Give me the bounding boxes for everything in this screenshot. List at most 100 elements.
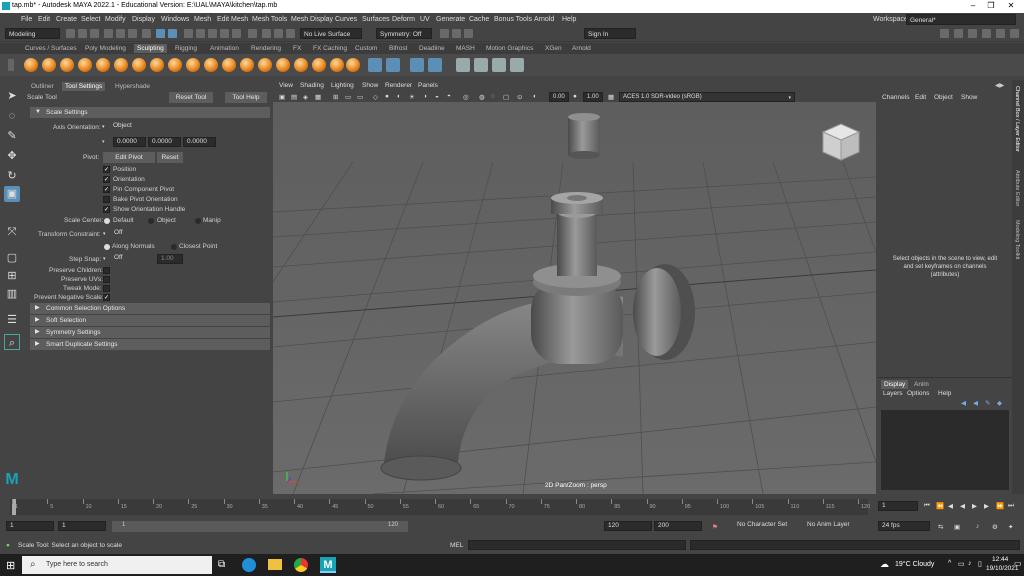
shelf-tab-curves-surfaces[interactable]: Curves / Surfaces: [22, 44, 80, 53]
shelf-tab-poly-modeling[interactable]: Poly Modeling: [82, 44, 129, 53]
xray-joints-icon[interactable]: ◌: [491, 93, 495, 100]
character-set-dropdown[interactable]: No Character Set: [734, 521, 800, 531]
stamp-icon[interactable]: [456, 58, 470, 72]
sound-icon[interactable]: ♪: [976, 523, 979, 530]
volume-icon[interactable]: ♪: [968, 560, 972, 567]
menu-cache[interactable]: Cache: [469, 16, 489, 23]
section-smart-duplicate[interactable]: ▶ Smart Duplicate Settings: [30, 339, 270, 350]
ipr-icon[interactable]: [274, 29, 283, 38]
menu-mesh[interactable]: Mesh: [194, 16, 211, 23]
layer-editor-icon[interactable]: [996, 29, 1005, 38]
step-snap-dropdown[interactable]: ▾ Off: [103, 254, 153, 264]
smear-brush-icon[interactable]: [276, 58, 290, 72]
command-input[interactable]: [468, 540, 686, 550]
playback-options-icon[interactable]: ✦: [1008, 523, 1013, 531]
lock-icon[interactable]: [452, 29, 461, 38]
sidetab-modeling-toolkit[interactable]: Modeling Toolkit: [1014, 220, 1020, 259]
imprint-brush-icon[interactable]: [186, 58, 200, 72]
grid-brush-icon[interactable]: [386, 58, 400, 72]
auto-key-icon[interactable]: ⚑: [712, 523, 718, 531]
step-back-key-icon[interactable]: ⏪: [936, 502, 944, 510]
sculpt-brush-icon[interactable]: [24, 58, 38, 72]
marquee-icon[interactable]: [156, 29, 165, 38]
lasso-icon[interactable]: [168, 29, 177, 38]
tab-hypershade[interactable]: Hypershade: [112, 82, 153, 91]
maximize-button[interactable]: ❐: [984, 1, 998, 12]
aa-icon[interactable]: ◓: [447, 93, 451, 100]
sculpt-settings-icon[interactable]: [510, 58, 524, 72]
orientation-checkbox[interactable]: ✓: [103, 176, 110, 183]
single-perspective-icon[interactable]: ▢: [4, 250, 20, 266]
weather-text[interactable]: 19°C Cloudy: [895, 561, 934, 568]
edit-pivot-button[interactable]: Edit Pivot: [103, 152, 155, 163]
pin-component-pivot-checkbox[interactable]: ✓: [103, 186, 110, 193]
shelf-tab-fx[interactable]: FX: [290, 44, 304, 53]
resolution-gate-icon[interactable]: ▭: [357, 93, 363, 101]
position-checkbox[interactable]: ✓: [103, 166, 110, 173]
render-icon[interactable]: [262, 29, 271, 38]
live-surface-field[interactable]: No Live Surface: [300, 28, 362, 39]
relax-brush-icon[interactable]: [60, 58, 74, 72]
smooth-shade-icon[interactable]: ●: [385, 93, 389, 100]
shelf-tab-rigging[interactable]: Rigging: [172, 44, 200, 53]
menu-arnold[interactable]: Arnold: [534, 16, 554, 23]
tab-display[interactable]: Display: [881, 380, 909, 389]
vp-menu-view[interactable]: View: [279, 82, 293, 89]
channel-box-icon[interactable]: [982, 29, 991, 38]
bake-pivot-orientation-checkbox[interactable]: [103, 196, 110, 203]
pinch-brush-icon[interactable]: [96, 58, 110, 72]
bulge-brush-icon[interactable]: [294, 58, 308, 72]
windows-start-icon[interactable]: ⊞: [6, 559, 15, 572]
chrome-icon[interactable]: [294, 558, 308, 572]
sidetab-channel-box[interactable]: Channel Box / Layer Editor: [1014, 86, 1020, 152]
new-layer-icon[interactable]: ✎: [985, 399, 990, 407]
vp-menu-shading[interactable]: Shading: [300, 82, 324, 89]
scale-center-default-radio[interactable]: [104, 218, 110, 224]
rotate-tool-icon[interactable]: ↻: [4, 168, 20, 184]
shelf-tab-animation[interactable]: Animation: [207, 44, 242, 53]
amplify-brush-icon[interactable]: [312, 58, 326, 72]
show-orientation-handle-checkbox[interactable]: ✓: [103, 206, 110, 213]
reset-tool-button[interactable]: Reset Tool: [169, 92, 213, 103]
mode-dropdown[interactable]: Modeling: [5, 28, 60, 39]
persp-outliner-icon[interactable]: ▥: [4, 286, 20, 302]
key-icon[interactable]: ▣: [954, 523, 960, 531]
menu-edit[interactable]: Edit: [38, 16, 50, 23]
spray-brush-icon[interactable]: [150, 58, 164, 72]
repeat-brush-icon[interactable]: [168, 58, 182, 72]
camera-icon[interactable]: [464, 29, 473, 38]
mask-brush-icon[interactable]: [368, 58, 382, 72]
section-scale-settings[interactable]: ▼ Scale Settings: [30, 107, 270, 118]
grab-brush-icon[interactable]: [78, 58, 92, 72]
prevent-negative-scale-checkbox[interactable]: ✓: [103, 294, 110, 301]
timeline-track[interactable]: 1 5 10 15 20 25 30 35 40 45 50 55 60 65 70 75 80 85 90 95 10…: [10, 499, 870, 515]
shelf-tab-fx-caching[interactable]: FX Caching: [310, 44, 350, 53]
fill-brush-icon[interactable]: [240, 58, 254, 72]
lasso-tool-icon[interactable]: ◌: [4, 108, 20, 124]
file-explorer-icon[interactable]: [268, 559, 282, 570]
layers-menu[interactable]: Layers: [883, 390, 903, 397]
along-normals-radio[interactable]: [104, 244, 110, 250]
channel-edit-menu[interactable]: Edit: [915, 94, 926, 101]
axis-arrow-icon[interactable]: ▾: [102, 139, 105, 145]
snap-point-icon[interactable]: [208, 29, 217, 38]
task-view-icon[interactable]: ⧉: [218, 559, 225, 570]
shadows-icon[interactable]: ◑: [423, 93, 427, 100]
grid-icon[interactable]: ⊞: [333, 93, 338, 101]
history-icon[interactable]: [248, 29, 257, 38]
step-forward-key-icon[interactable]: ⏩: [996, 502, 1004, 510]
layer-down-icon[interactable]: ◀: [973, 399, 978, 407]
transform-constraint-dropdown[interactable]: ▾ Off: [103, 229, 183, 239]
notification-icon[interactable]: ▭: [1014, 559, 1022, 568]
time-slider[interactable]: 1 5 10 15 20 25 30 35 40 45 50 55 60 65 70 75 80 85 90 95 10…: [0, 497, 1024, 517]
snap-surface-icon[interactable]: [232, 29, 241, 38]
outliner-icon[interactable]: [1010, 29, 1019, 38]
step-back-frame-icon[interactable]: ◀: [948, 502, 953, 510]
camera-attributes-icon[interactable]: ▤: [291, 93, 297, 101]
foamy-brush-icon[interactable]: [132, 58, 146, 72]
snap-view-icon[interactable]: [220, 29, 229, 38]
menu-surfaces[interactable]: Surfaces: [362, 16, 390, 23]
tray-arrow-icon[interactable]: ^: [948, 560, 951, 567]
tool-help-button[interactable]: Tool Help: [225, 92, 267, 103]
scrape-brush-icon[interactable]: [222, 58, 236, 72]
